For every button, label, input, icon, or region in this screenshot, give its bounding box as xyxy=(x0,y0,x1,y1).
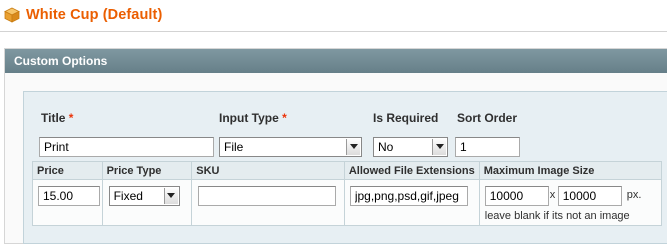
dropdown-arrow-icon[interactable] xyxy=(432,139,446,155)
product-title: White Cup (Default) xyxy=(26,7,163,23)
cube-icon xyxy=(4,7,20,23)
input-type-label: Input Type * xyxy=(219,111,287,125)
price-type-cell: Fixed xyxy=(101,179,193,226)
size-separator: x xyxy=(549,189,556,201)
title-label-text: Title xyxy=(41,111,66,125)
sort-order-label: Sort Order xyxy=(457,111,518,125)
price-type-header: Price Type xyxy=(101,161,193,180)
allowed-extensions-input[interactable] xyxy=(349,186,468,206)
required-marker: * xyxy=(282,111,287,125)
dropdown-arrow-icon[interactable] xyxy=(163,188,178,204)
section-header[interactable]: Custom Options xyxy=(5,49,667,73)
is-required-select[interactable]: No xyxy=(373,137,448,157)
allowed-extensions-cell xyxy=(343,179,480,226)
price-cell xyxy=(32,179,103,226)
title-label: Title * xyxy=(41,111,73,125)
dropdown-arrow-icon[interactable] xyxy=(346,139,360,155)
size-unit: px. xyxy=(626,189,642,201)
file-options-table: Price Price Type SKU Allowed File Extens… xyxy=(32,161,663,226)
is-required-label: Is Required xyxy=(373,111,439,125)
allowed-extensions-header: Allowed File Extensions xyxy=(343,161,480,180)
title-divider xyxy=(0,31,667,32)
sort-order-input[interactable] xyxy=(455,137,520,157)
max-image-size-header: Maximum Image Size xyxy=(478,161,663,180)
input-type-label-text: Input Type xyxy=(219,111,279,125)
is-required-value: No xyxy=(378,140,394,154)
price-header: Price xyxy=(32,161,103,180)
max-height-input[interactable] xyxy=(557,186,622,206)
option-box: Title * Input Type * File Is Required No… xyxy=(23,91,667,244)
input-type-value: File xyxy=(224,140,244,154)
input-type-select[interactable]: File xyxy=(219,137,362,157)
max-width-input[interactable] xyxy=(484,186,549,206)
table-row: Fixed x xyxy=(32,179,663,226)
custom-options-section: Custom Options Title * Input Type * File… xyxy=(4,48,667,244)
title-input[interactable] xyxy=(39,137,214,157)
price-type-select[interactable]: Fixed xyxy=(108,186,180,206)
price-type-value: Fixed xyxy=(113,189,143,203)
required-marker: * xyxy=(68,111,74,125)
page-title-bar: White Cup (Default) xyxy=(4,4,162,26)
sku-cell xyxy=(191,179,345,226)
max-image-size-cell: x px. leave blank if its not an image xyxy=(478,179,663,226)
sku-input[interactable] xyxy=(198,186,337,206)
table-header-row: Price Price Type SKU Allowed File Extens… xyxy=(32,161,663,180)
size-hint: leave blank if its not an image xyxy=(484,210,630,222)
price-input[interactable] xyxy=(38,186,100,206)
sku-header: SKU xyxy=(191,161,345,180)
